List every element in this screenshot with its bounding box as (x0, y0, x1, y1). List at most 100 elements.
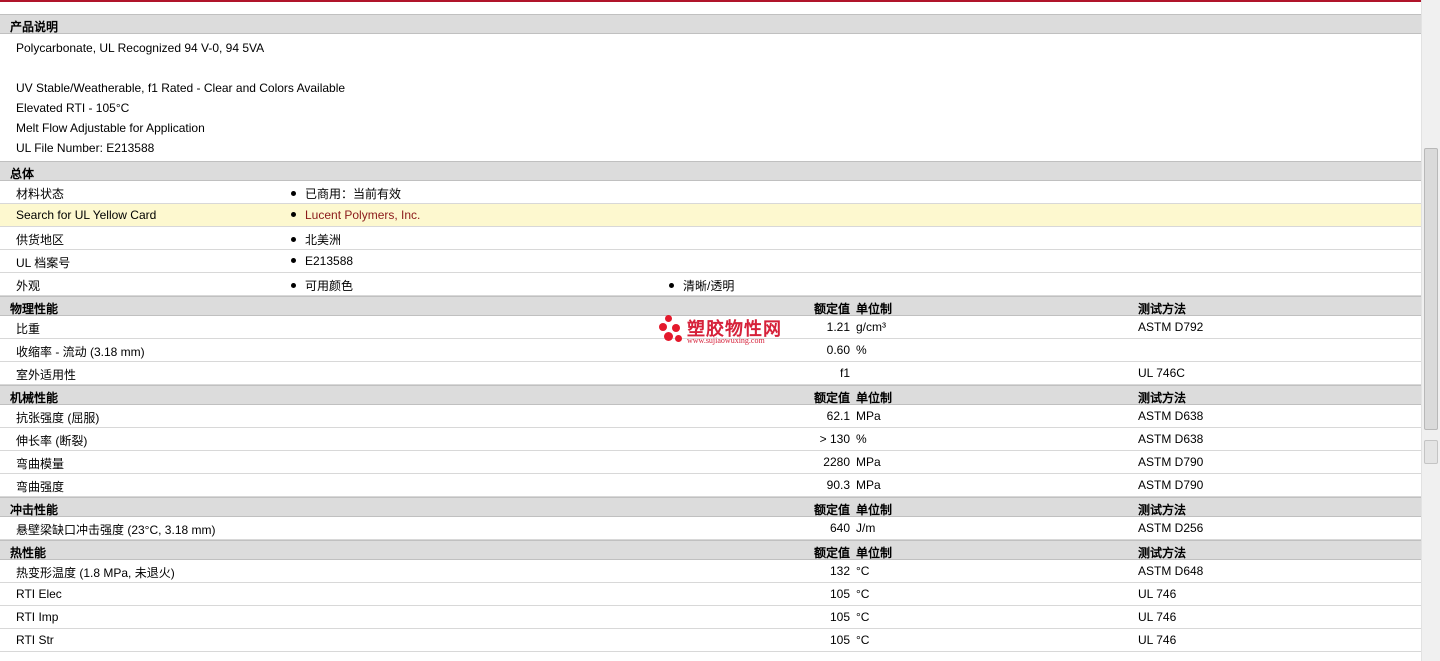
row-label: 收缩率 - 流动 (3.18 mm) (16, 345, 145, 359)
bullet-icon (291, 191, 296, 197)
description-line-blank (16, 58, 1421, 78)
description-block: Polycarbonate, UL Recognized 94 V-0, 94 … (0, 34, 1421, 161)
row-value: 105 (829, 633, 850, 647)
property-row: 抗张强度 (屈服) 62.1 MPa ASTM D638 (0, 405, 1421, 428)
row-unit: °C (856, 610, 870, 624)
general-row-appearance: 外观 可用颜色 清晰/透明 (0, 273, 1421, 296)
column-header-value: 额定值 (813, 391, 850, 405)
row-value: 640 (829, 521, 850, 535)
property-row: 热变形温度 (1.8 MPa, 未退火) 132 °C ASTM D648 (0, 560, 1421, 583)
column-header-value: 额定值 (813, 503, 850, 517)
row-unit: °C (856, 633, 870, 647)
ul-yellow-card-link[interactable]: Lucent Polymers, Inc. (305, 208, 420, 222)
row-value: 132 (829, 564, 850, 578)
row-unit: MPa (856, 478, 881, 492)
row-unit: °C (856, 564, 870, 578)
section-title: 物理性能 (10, 302, 59, 316)
row-value: 105 (829, 610, 850, 624)
general-row-ul-file: UL 档案号 E213588 (0, 250, 1421, 273)
bullet-icon (291, 258, 296, 264)
column-header-test: 测试方法 (1138, 503, 1187, 517)
value-text: E213588 (305, 254, 354, 268)
value-text: 已商用：当前有效 (305, 187, 402, 201)
section-header-general: 总体 (0, 161, 1421, 181)
row-label: 悬壁梁缺口冲击强度 (23°C, 3.18 mm) (16, 523, 216, 537)
row-unit: MPa (856, 409, 881, 423)
property-row: RTI Imp 105 °C UL 746 (0, 606, 1421, 629)
row-test-method: UL 746 (1138, 610, 1177, 624)
bullet-icon (669, 283, 674, 289)
row-value: E213588 (291, 254, 353, 268)
column-header-unit: 单位制 (856, 391, 893, 405)
column-header-unit: 单位制 (856, 503, 893, 517)
row-value: 清晰/透明 (669, 277, 734, 294)
description-line: Polycarbonate, UL Recognized 94 V-0, 94 … (16, 41, 265, 55)
row-label: 室外适用性 (16, 368, 77, 382)
column-header-test: 测试方法 (1138, 546, 1187, 560)
row-value: 1.21 (826, 320, 850, 334)
scrollbar-grip[interactable] (1424, 440, 1438, 464)
row-unit: °C (856, 587, 870, 601)
row-value: 2280 (823, 455, 850, 469)
value-text: 可用颜色 (305, 279, 354, 293)
section-header-impact: 冲击性能 额定值 单位制 测试方法 (0, 497, 1421, 517)
value-text: 清晰/透明 (683, 279, 735, 293)
row-test-method: ASTM D792 (1138, 320, 1204, 334)
row-value: 可用颜色 (291, 277, 353, 294)
row-value: 0.60 (826, 343, 850, 357)
property-row: 室外适用性 f1 UL 746C (0, 362, 1421, 385)
row-label: UL 档案号 (16, 256, 71, 270)
row-value: 90.3 (826, 478, 850, 492)
general-row-region: 供货地区 北美洲 (0, 227, 1421, 250)
value-text: 北美洲 (305, 233, 342, 247)
logo-dot (659, 323, 667, 331)
section-title: 总体 (10, 167, 35, 181)
page: 产品说明 Polycarbonate, UL Recognized 94 V-0… (0, 0, 1440, 661)
row-unit: J/m (856, 521, 876, 535)
top-accent-line (0, 0, 1421, 2)
section-header-mechanical: 机械性能 额定值 单位制 测试方法 (0, 385, 1421, 405)
property-row: 伸长率 (断裂) > 130 % ASTM D638 (0, 428, 1421, 451)
row-label: 热变形温度 (1.8 MPa, 未退火) (16, 566, 175, 580)
row-test-method: ASTM D638 (1138, 409, 1204, 423)
bullet-icon (291, 237, 296, 243)
vertical-scrollbar[interactable] (1421, 0, 1440, 661)
row-test-method: ASTM D638 (1138, 432, 1204, 446)
row-label: RTI Str (16, 633, 54, 647)
section-title: 热性能 (10, 546, 47, 560)
row-label: 材料状态 (16, 187, 65, 201)
column-header-test: 测试方法 (1138, 391, 1187, 405)
row-unit: % (856, 343, 867, 357)
row-value: f1 (839, 366, 850, 380)
logo-dot (664, 332, 673, 341)
row-label: 伸长率 (断裂) (16, 434, 88, 448)
scrollbar-thumb[interactable] (1424, 148, 1438, 430)
row-test-method: UL 746 (1138, 633, 1177, 647)
row-label: 比重 (16, 322, 41, 336)
property-row: RTI Str 105 °C UL 746 (0, 629, 1421, 652)
logo-dot (665, 315, 672, 322)
watermark-url: www.sujiaowuxing.com (687, 336, 765, 345)
section-header-description: 产品说明 (0, 14, 1421, 34)
logo-dot (672, 324, 680, 332)
row-test-method: UL 746C (1138, 366, 1185, 380)
general-row-yellow-card: Search for UL Yellow Card Lucent Polymer… (0, 204, 1421, 227)
logo-dot (675, 335, 682, 342)
property-row: 弯曲强度 90.3 MPa ASTM D790 (0, 474, 1421, 497)
row-label: Search for UL Yellow Card (16, 208, 157, 222)
row-value: Lucent Polymers, Inc. (291, 208, 420, 222)
watermark-logo: 塑胶物性网 www.sujiaowuxing.com (657, 313, 787, 349)
description-line: Elevated RTI - 105°C (16, 101, 130, 115)
row-label: 弯曲模量 (16, 457, 65, 471)
column-header-value: 额定值 (813, 302, 850, 316)
row-unit: MPa (856, 455, 881, 469)
property-row: RTI Elec 105 °C UL 746 (0, 583, 1421, 606)
row-value: 已商用：当前有效 (291, 185, 401, 202)
column-header-test: 测试方法 (1138, 302, 1187, 316)
section-header-thermal: 热性能 额定值 单位制 测试方法 (0, 540, 1421, 560)
row-test-method: ASTM D790 (1138, 478, 1204, 492)
description-line: UL File Number: E213588 (16, 141, 155, 155)
row-label: 外观 (16, 279, 41, 293)
section-title: 产品说明 (10, 20, 59, 34)
row-value: 105 (829, 587, 850, 601)
